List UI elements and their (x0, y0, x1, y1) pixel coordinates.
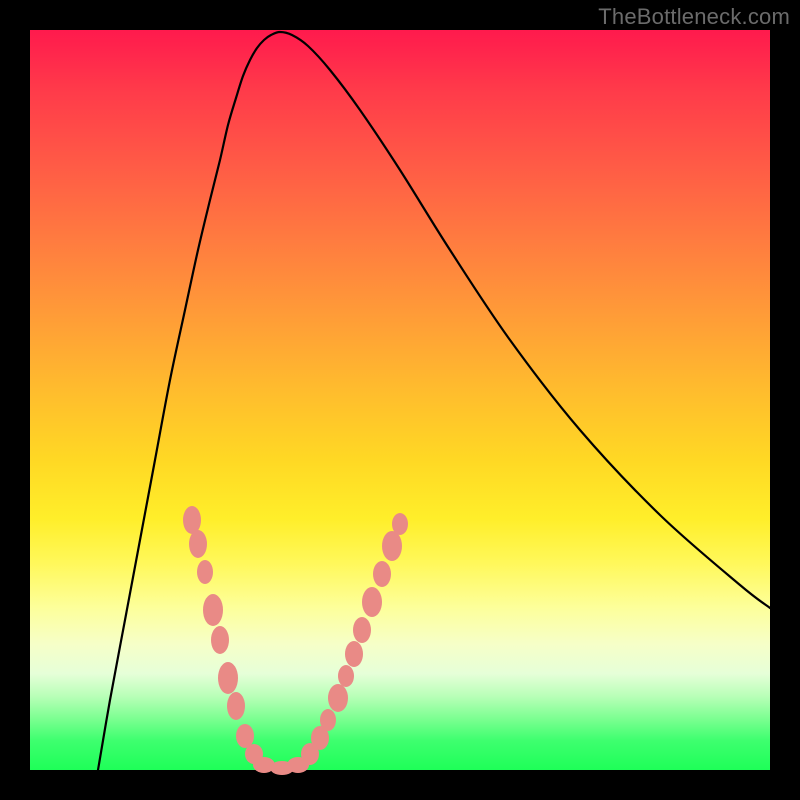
marker-dot (218, 662, 238, 694)
marker-dot (211, 626, 229, 654)
watermark-label: TheBottleneck.com (598, 4, 790, 30)
plot-area (30, 30, 770, 770)
marker-dot (203, 594, 223, 626)
marker-group (183, 506, 408, 775)
marker-dot (382, 531, 402, 561)
marker-dot (362, 587, 382, 617)
marker-dot (373, 561, 391, 587)
marker-dot (338, 665, 354, 687)
marker-dot (328, 684, 348, 712)
curve-svg (30, 30, 770, 770)
marker-dot (345, 641, 363, 667)
marker-dot (353, 617, 371, 643)
marker-dot (236, 724, 254, 748)
chart-stage: TheBottleneck.com (0, 0, 800, 800)
bottleneck-curve (98, 32, 770, 770)
marker-dot (189, 530, 207, 558)
marker-dot (227, 692, 245, 720)
marker-dot (392, 513, 408, 535)
marker-dot (197, 560, 213, 584)
marker-dot (320, 709, 336, 731)
marker-dot (183, 506, 201, 534)
